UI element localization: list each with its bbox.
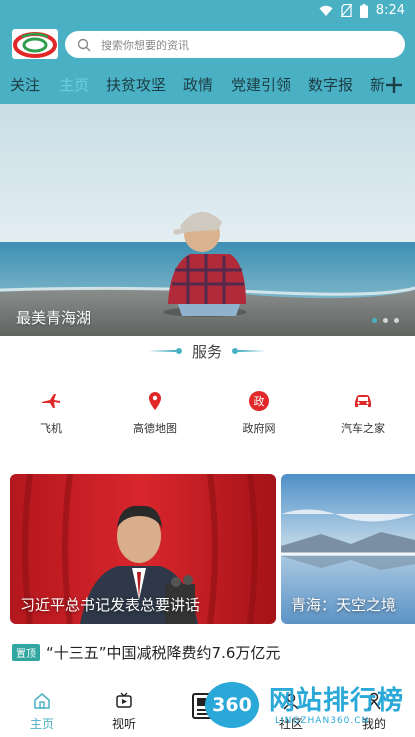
divider-dot [176,348,182,354]
carousel-indicator [372,318,399,323]
status-bar: 8:24 [0,0,415,24]
nav-label: 主页 [29,717,54,731]
tab-party[interactable]: 党建引领 [231,74,291,95]
carousel-dot[interactable] [372,318,377,323]
service-plane[interactable]: 飞机 [11,390,91,436]
watermark-subtext: LINGZHAN360.CN [275,716,370,726]
service-label: 汽车之家 [341,422,385,435]
top-header: 搜索你想要的资讯 [0,24,415,66]
divider [148,350,176,352]
divider [238,350,266,352]
banner-carousel[interactable]: 最美青海湖 [0,104,415,336]
watermark: 360 网站排行榜 LINGZHAN360.CN [205,676,415,734]
gov-badge: 政 [249,391,269,411]
service-label: 飞机 [40,422,62,435]
status-icons: 8:24 [319,3,405,18]
carousel-dot[interactable] [383,318,388,323]
service-label: 政府网 [242,422,276,435]
wifi-icon [319,5,333,16]
nav-video[interactable]: 视听 [94,692,154,732]
banner-image [0,104,415,336]
plus-icon[interactable] [385,76,403,94]
watermark-text: 网站排行榜 [269,686,405,716]
carousel-dot[interactable] [394,318,399,323]
pinned-news[interactable]: 置顶 “十三五”中国减税降费约7.6万亿元 [12,641,407,663]
search-input[interactable]: 搜索你想要的资讯 [65,31,405,58]
service-gov[interactable]: 政 政府网 [219,390,299,436]
nav-home[interactable]: 主页 [12,692,72,732]
service-label: 高德地图 [133,422,177,435]
no-sim-icon [340,4,352,17]
category-tabs: 关注 主页 扶贫攻坚 政情 党建引领 数字报 新 [0,66,415,104]
service-autohome[interactable]: 汽车之家 [323,390,403,436]
tab-politics[interactable]: 政情 [183,74,213,95]
plane-icon [40,390,62,412]
banner-caption: 最美青海湖 [16,309,92,327]
services-header: 服务 [0,340,415,362]
tab-new[interactable]: 新 [370,74,385,95]
pinned-headline: “十三五”中国减税降费约7.6万亿元 [46,643,281,662]
nav-label: 视听 [111,717,136,731]
home-icon [34,693,50,709]
status-time: 8:24 [375,3,405,18]
tab-digital-paper[interactable]: 数字报 [308,74,353,95]
service-amap[interactable]: 高德地图 [115,390,195,436]
search-placeholder: 搜索你想要的资讯 [101,38,189,52]
car-icon [352,390,374,412]
news-card[interactable]: 青海：天空之境 [281,474,415,624]
card-caption: 习近平总书记发表总要讲话 [20,596,201,614]
card-caption: 青海：天空之境 [291,596,397,614]
gov-icon: 政 [248,390,270,412]
battery-icon [359,3,368,18]
watermark-badge: 360 [205,682,259,728]
brand-logo[interactable] [12,29,58,59]
map-pin-icon [144,390,166,412]
pinned-badge: 置顶 [12,643,40,661]
tab-poverty[interactable]: 扶贫攻坚 [106,74,166,95]
video-icon [116,692,132,708]
tab-follow[interactable]: 关注 [10,74,40,95]
news-card[interactable]: 习近平总书记发表总要讲话 [10,474,276,624]
tab-home[interactable]: 主页 [59,74,89,95]
services-title: 服务 [192,343,223,361]
search-icon [77,38,91,51]
